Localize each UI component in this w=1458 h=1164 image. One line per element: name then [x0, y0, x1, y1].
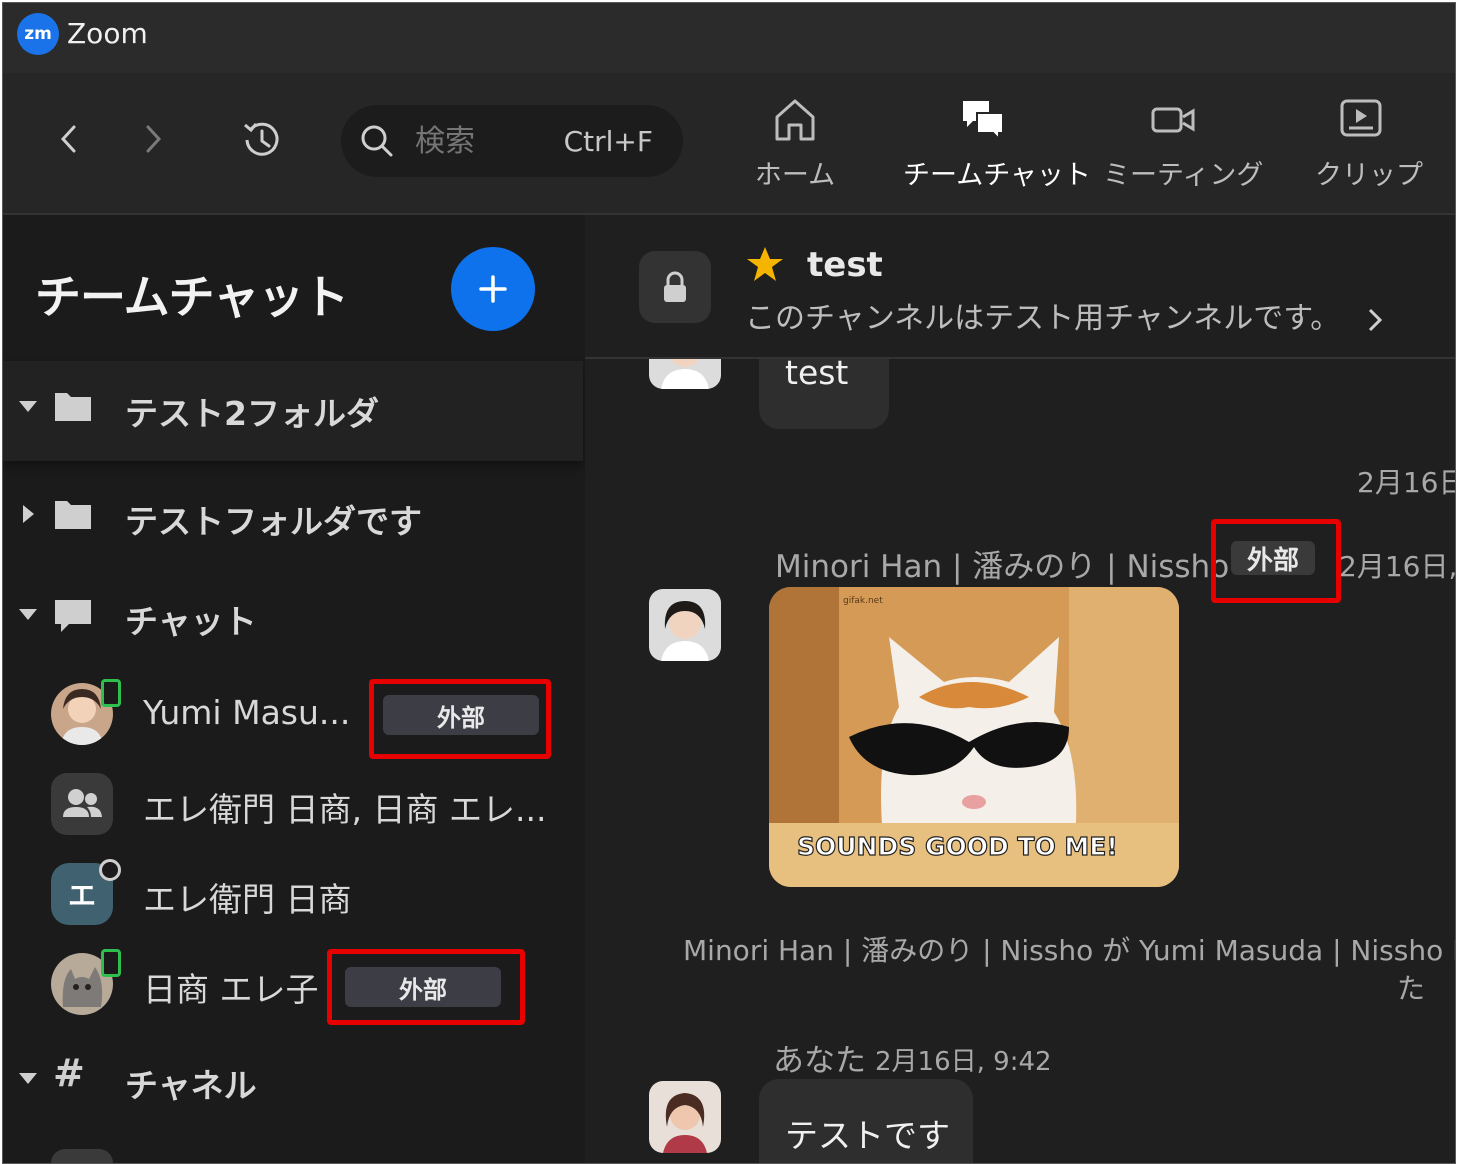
section-label: チャット	[125, 602, 257, 641]
search-bar[interactable]: Ctrl+F	[341, 105, 683, 177]
section-label: テストフォルダです	[125, 502, 422, 541]
channel-header: test このチャンネルはテスト用チャンネルです。	[585, 215, 1455, 359]
channel-description-text: このチャンネルはテスト用チャンネルです。	[745, 301, 1341, 336]
channel-name[interactable]: test	[807, 245, 883, 285]
highlight-box	[327, 949, 525, 1025]
chat-item-ere-emon[interactable]: エ エレ衛門 日商	[3, 851, 583, 939]
section-label: チャネル	[125, 1066, 257, 1105]
zoom-window: zm Zoom Ctrl+F ホーム チームチャット	[2, 2, 1456, 1164]
chevron-right-icon	[1368, 308, 1382, 331]
home-icon	[775, 99, 815, 141]
sender-name[interactable]: あなた	[773, 1035, 866, 1080]
tab-label: ホーム	[754, 160, 836, 191]
tab-label: ミーティング	[1103, 160, 1264, 191]
gif-image[interactable]: SOUNDS GOOD TO ME! gifak.net	[769, 587, 1179, 887]
sidebar-title: チームチャット	[35, 270, 349, 324]
highlight-box	[1211, 519, 1341, 603]
caret-down-icon[interactable]	[19, 401, 37, 412]
caret-right-icon[interactable]	[23, 505, 34, 523]
message-text: テストです	[785, 1116, 950, 1155]
date-divider: 2月16日	[1357, 466, 1456, 499]
new-chat-button[interactable]	[451, 247, 535, 331]
app-title: Zoom	[67, 17, 148, 50]
avatar[interactable]	[649, 1081, 721, 1153]
clips-icon	[1340, 99, 1382, 137]
chat-item-group[interactable]: エレ衛門 日商, 日商 エレ...	[3, 761, 583, 849]
folder-icon	[53, 389, 93, 427]
star-icon[interactable]	[745, 245, 785, 287]
hash-icon: #	[53, 1051, 85, 1095]
section-label: テスト2フォルダ	[125, 394, 379, 433]
presence-indicator	[99, 859, 121, 881]
chat-item-yumi[interactable]: Yumi Masu... 外部	[3, 671, 583, 759]
chat-name: Yumi Masu...	[143, 693, 351, 732]
caret-down-icon[interactable]	[19, 1073, 37, 1084]
tab-clips[interactable]: クリップ	[1315, 97, 1423, 192]
forward-arrow-icon[interactable]	[131, 117, 175, 161]
highlight-box	[369, 679, 551, 759]
folder-icon	[53, 497, 93, 535]
tab-home[interactable]: ホーム	[753, 97, 837, 192]
chat-bubble-icon	[53, 597, 93, 641]
tab-label: チームチャット	[903, 160, 1091, 191]
message-time: 2月16日, 9:42	[875, 1047, 1052, 1077]
tab-meetings[interactable]: ミーティング	[1103, 97, 1264, 192]
chat-bubbles-icon	[963, 101, 1004, 142]
section-chats[interactable]: チャット	[3, 569, 583, 669]
caret-down-icon[interactable]	[19, 609, 37, 620]
chat-item-ereko[interactable]: 日商 エレ子 外部	[3, 941, 583, 1029]
message-bubble[interactable]: テストです	[759, 1079, 973, 1163]
folder-test[interactable]: テストフォルダです	[3, 469, 583, 569]
system-message-continuation: た	[1397, 972, 1426, 1005]
gif-watermark: gifak.net	[843, 596, 883, 606]
gif-caption: SOUNDS GOOD TO ME!	[797, 832, 1118, 861]
search-input[interactable]	[413, 123, 537, 160]
chat-panel: test このチャンネルはテスト用チャンネルです。 test 2月16日 Min…	[585, 215, 1455, 1163]
section-channels[interactable]: # チャネル	[3, 1033, 583, 1133]
search-shortcut: Ctrl+F	[563, 125, 653, 158]
history-clock-icon[interactable]	[237, 115, 287, 165]
folder-test2[interactable]: テスト2フォルダ	[3, 361, 583, 461]
chat-name: 日商 エレ子	[143, 970, 319, 1009]
zoom-logo-icon: zm	[17, 13, 59, 55]
plus-icon	[479, 275, 507, 303]
avatar	[51, 1149, 113, 1163]
tab-team-chat[interactable]: チームチャット	[903, 97, 1091, 192]
sidebar: チームチャット テスト2フォルダ テストフォルダです チャット Yumi Mas…	[3, 215, 583, 1163]
avatar[interactable]	[649, 589, 721, 661]
sender-name[interactable]: Minori Han | 潘みのり | Nissho	[775, 541, 1229, 586]
channel-description[interactable]: このチャンネルはテスト用チャンネルです。	[745, 293, 1386, 337]
search-icon	[359, 123, 395, 163]
chat-name: エレ衛門 日商	[143, 880, 352, 919]
group-icon	[63, 789, 102, 817]
title-bar: zm Zoom	[3, 3, 1455, 73]
video-camera-icon	[1151, 107, 1195, 133]
avatar	[51, 773, 113, 835]
system-message: Minori Han | 潘みのり | Nissho が Yumi Masuda…	[683, 934, 1455, 967]
lock-icon	[639, 251, 711, 323]
back-arrow-icon[interactable]	[47, 117, 91, 161]
presence-indicator	[101, 679, 121, 707]
presence-indicator	[101, 949, 121, 977]
chat-name: チ...	[143, 1153, 207, 1163]
chat-name: エレ衛門 日商, 日商 エレ...	[143, 790, 547, 829]
top-toolbar: Ctrl+F ホーム チームチャット ミーティング クリップ	[3, 73, 1455, 215]
message-time: 2月16日, 9	[1339, 550, 1456, 583]
partial-list-item[interactable]: チ...	[3, 1137, 583, 1163]
tab-label: クリップ	[1315, 160, 1423, 191]
